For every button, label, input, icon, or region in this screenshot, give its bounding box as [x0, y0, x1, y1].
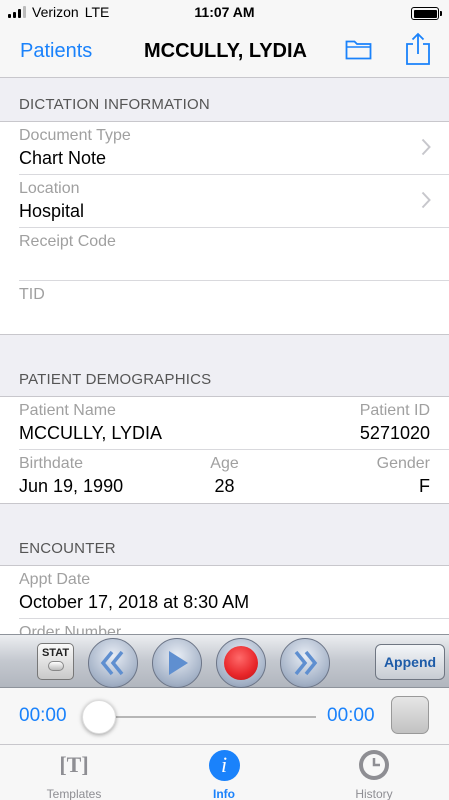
fast-forward-button[interactable] [280, 638, 330, 688]
gender-value: F [419, 476, 430, 496]
stat-label: STAT [41, 647, 70, 659]
share-icon[interactable] [405, 32, 431, 66]
total-time: 00:00 [327, 705, 375, 726]
age-label: Age [210, 455, 239, 472]
birthdate-label: Birthdate [19, 455, 84, 472]
playback-timeline: 00:00 00:00 [0, 688, 449, 744]
demographics-group: Patient Name MCCULLY, LYDIA Patient ID 5… [0, 397, 449, 504]
order-number-label: Order Number [19, 624, 122, 634]
record-icon [224, 646, 258, 680]
info-content[interactable]: DICTATION INFORMATION Document Type Char… [0, 78, 449, 634]
chevron-right-icon [421, 138, 431, 156]
location-label: Location [19, 180, 80, 197]
templates-icon: [T] [14, 748, 134, 782]
encounter-section-header: ENCOUNTER [0, 522, 449, 566]
tid-label: TID [19, 286, 45, 303]
tab-history[interactable]: History [314, 748, 434, 800]
location-cell[interactable]: Location Hospital [19, 175, 449, 228]
rewind-icon [100, 650, 124, 676]
back-button[interactable]: Patients [20, 40, 92, 63]
play-button[interactable] [152, 638, 202, 688]
stat-button[interactable]: STAT [37, 643, 74, 680]
appt-date-value: October 17, 2018 at 8:30 AM [19, 592, 250, 612]
tab-info[interactable]: i Info [164, 748, 284, 800]
scrubber-thumb[interactable] [82, 700, 116, 734]
tab-label: Info [213, 787, 235, 800]
order-number-cell: Order Number [19, 619, 449, 634]
appt-date-label: Appt Date [19, 571, 91, 588]
tab-label: Templates [46, 787, 102, 800]
dictation-group: Document Type Chart Note Location Hospit… [0, 122, 449, 335]
info-icon: i [164, 748, 284, 782]
history-icon [314, 748, 434, 782]
stop-button[interactable] [391, 696, 429, 734]
play-icon [169, 651, 188, 675]
clock: 11:07 AM [194, 4, 255, 20]
document-type-label: Document Type [19, 127, 131, 144]
encounter-group: Appt Date October 17, 2018 at 8:30 AM Or… [0, 566, 449, 634]
tid-cell[interactable]: TID [19, 281, 449, 334]
patient-id-label: Patient ID [359, 402, 430, 419]
templates-glyph: [T] [59, 752, 89, 777]
patient-id-value: 5271020 [359, 423, 430, 443]
status-bar: Verizon LTE 11:07 AM [0, 0, 449, 26]
location-value: Hospital [19, 201, 85, 221]
document-type-cell[interactable]: Document Type Chart Note [19, 122, 449, 175]
fast-forward-icon [294, 650, 318, 676]
patient-name-cell: Patient Name MCCULLY, LYDIA Patient ID 5… [19, 397, 449, 450]
gender-label: Gender [376, 455, 430, 472]
dictation-section-header: DICTATION INFORMATION [0, 78, 449, 122]
tab-bar: [T] Templates i Info History [0, 744, 449, 800]
scrubber-track[interactable] [92, 716, 316, 718]
receipt-code-label: Receipt Code [19, 233, 116, 250]
rewind-button[interactable] [88, 638, 138, 688]
page-title: MCCULLY, LYDIA [144, 40, 307, 62]
append-button[interactable]: Append [375, 644, 445, 680]
tab-label: History [355, 787, 393, 800]
chevron-right-icon [421, 191, 431, 209]
folder-icon[interactable] [345, 38, 372, 60]
current-time: 00:00 [19, 705, 67, 726]
age-value: 28 [214, 476, 235, 496]
dictation-player: STAT Append [0, 634, 449, 688]
battery-icon [411, 7, 442, 20]
navigation-bar: Patients MCCULLY, LYDIA [0, 26, 449, 78]
info-glyph: i [220, 752, 228, 777]
record-button[interactable] [216, 638, 266, 688]
appt-date-cell: Appt Date October 17, 2018 at 8:30 AM [19, 566, 449, 619]
patient-name-label: Patient Name [19, 402, 116, 419]
birthdate-cell: Birthdate Jun 19, 1990 Age 28 Gender F [19, 450, 449, 503]
tab-templates[interactable]: [T] Templates [14, 748, 134, 800]
birthdate-value: Jun 19, 1990 [19, 476, 124, 496]
stat-indicator [47, 661, 64, 671]
demographics-section-header: PATIENT DEMOGRAPHICS [0, 353, 449, 397]
patient-name-value: MCCULLY, LYDIA [19, 423, 163, 443]
document-type-value: Chart Note [19, 148, 107, 168]
receipt-code-cell[interactable]: Receipt Code [19, 228, 449, 281]
